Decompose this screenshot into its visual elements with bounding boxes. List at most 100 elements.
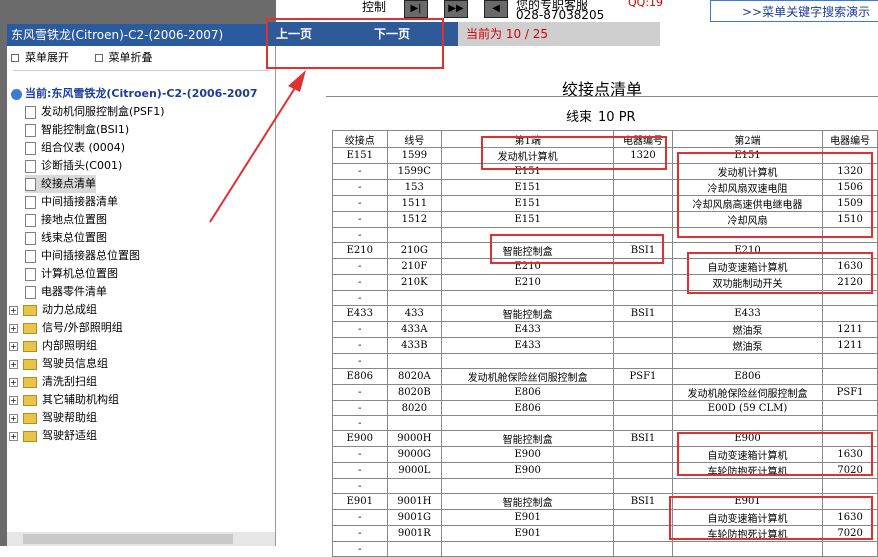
expand-plus-icon[interactable]: + xyxy=(9,323,18,333)
expand-plus-icon[interactable]: + xyxy=(9,413,18,423)
table-cell xyxy=(822,368,878,385)
expand-plus-icon[interactable]: + xyxy=(9,431,18,441)
tree-folder[interactable]: + 清洗刮扫组 xyxy=(9,373,97,391)
table-cell: 智能控制盒 xyxy=(441,493,615,510)
table-row: E806 8020A 发动机舱保险丝伺服控制盒 PSF1 E806 xyxy=(332,368,878,385)
table-cell xyxy=(822,353,878,369)
expand-plus-icon[interactable]: + xyxy=(9,341,18,351)
highlight-box xyxy=(481,136,667,170)
expand-plus-icon[interactable]: + xyxy=(9,305,18,315)
highlight-box xyxy=(490,234,664,264)
subtitle-code: 10 PR xyxy=(598,110,636,125)
first-page-button[interactable]: ▶| xyxy=(404,0,428,18)
table-row: -433B E433 燃油泵 1211 xyxy=(332,337,878,354)
table-cell: - xyxy=(332,258,388,275)
tree-folder[interactable]: + 其它辅助机构组 xyxy=(9,391,119,409)
table-cell: 智能控制盒 xyxy=(441,305,615,322)
tree-folder-label: 驾驶员信息组 xyxy=(42,357,108,370)
tree-folder[interactable]: + 信号/外部照明组 xyxy=(9,319,123,337)
tree-folder-label: 动力总成组 xyxy=(42,303,97,316)
expand-plus-icon[interactable]: + xyxy=(9,377,18,387)
tree-folder-label: 驾驶帮助组 xyxy=(42,411,97,424)
tree-item[interactable]: 发动机伺服控制盒(PSF1) xyxy=(25,103,165,121)
tree-folder-label: 驾驶舒适组 xyxy=(42,429,97,442)
tree-item[interactable]: 中间插接器总位置图 xyxy=(25,247,140,265)
table-cell: E151 xyxy=(441,195,615,212)
table-cell: E151 xyxy=(332,147,388,164)
folder-icon xyxy=(23,340,37,352)
tree-item[interactable]: 接地点位置图 xyxy=(25,211,107,229)
back-button[interactable]: ◀ xyxy=(484,0,508,18)
table-cell: E901 xyxy=(441,509,615,526)
table-cell xyxy=(613,525,673,542)
expand-menu-button[interactable]: 菜单展开 xyxy=(11,51,69,64)
table-cell xyxy=(671,415,824,431)
tree-item[interactable]: 电器零件清单 xyxy=(25,283,107,301)
table-cell: - xyxy=(332,400,388,416)
document-icon xyxy=(25,249,36,263)
table-row: -8020B E806 发动机舱保险丝伺服控制盒 PSF1 xyxy=(332,384,878,401)
table-cell: 发动机舱保险丝伺服控制盒 xyxy=(671,384,824,401)
table-cell xyxy=(671,478,824,494)
folder-icon xyxy=(23,322,37,334)
table-cell: E210 xyxy=(332,242,388,259)
document-icon xyxy=(25,141,36,155)
table-cell: 9001G xyxy=(386,509,443,526)
folder-icon xyxy=(23,304,37,316)
table-row: - xyxy=(332,353,878,369)
table-cell xyxy=(613,415,673,431)
table-cell: 433B xyxy=(386,337,443,354)
table-cell xyxy=(613,195,673,212)
table-cell: BSI1 xyxy=(613,493,673,510)
tree-folder-label: 信号/外部照明组 xyxy=(42,321,123,334)
table-row: - xyxy=(332,478,878,494)
tree-folder[interactable]: + 驾驶舒适组 xyxy=(9,427,97,445)
tree-folder[interactable]: + 动力总成组 xyxy=(9,301,97,319)
tree-item-label: 计算机总位置图 xyxy=(41,267,118,280)
phone-text: 028-87038205 xyxy=(516,8,605,22)
collapse-label: 菜单折叠 xyxy=(108,51,153,64)
divider xyxy=(13,70,269,71)
keyword-search-link[interactable]: >>菜单关键字搜索演示 xyxy=(742,3,870,20)
tree-item[interactable]: 中间插接器清单 xyxy=(25,193,118,211)
tree-folder[interactable]: + 驾驶帮助组 xyxy=(9,409,97,427)
fast-forward-button[interactable]: ▶▶ xyxy=(444,0,468,18)
left-frame: 东风雪铁龙(Citroen)-C2-(2006-2007) 菜单展开 菜单折叠 … xyxy=(0,0,276,546)
tree-item[interactable]: 诊断插头(C001) xyxy=(25,157,122,175)
table-cell: 8020A xyxy=(386,368,443,385)
expand-icon xyxy=(11,54,19,62)
tree-item[interactable]: 组合仪表 (0004) xyxy=(25,139,125,157)
tree-item[interactable]: 绞接点清单 xyxy=(25,175,96,193)
tree-item[interactable]: 计算机总位置图 xyxy=(25,265,118,283)
table-cell: E433 xyxy=(671,305,824,322)
tree-folder-label: 内部照明组 xyxy=(42,339,97,352)
tree-folder[interactable]: + 驾驶员信息组 xyxy=(9,355,108,373)
collapse-menu-button[interactable]: 菜单折叠 xyxy=(94,51,153,64)
subtitle: 线束 10 PR xyxy=(566,106,636,125)
table-cell: 1211 xyxy=(822,337,878,354)
table-cell xyxy=(613,400,673,416)
table-cell xyxy=(386,353,443,369)
sidebar: 东风雪铁龙(Citroen)-C2-(2006-2007) 菜单展开 菜单折叠 … xyxy=(7,24,276,546)
tree-item[interactable]: 线束总位置图 xyxy=(25,229,107,247)
table-cell: - xyxy=(332,541,388,557)
horizontal-scrollbar[interactable] xyxy=(7,532,275,546)
tree-folder[interactable]: + 内部照明组 xyxy=(9,337,97,355)
tree-item-label: 线束总位置图 xyxy=(41,231,107,244)
folder-icon xyxy=(23,412,37,424)
tree-item-label: 智能控制盒(BSI1) xyxy=(41,123,130,136)
page-status: 当前为 10 / 25 xyxy=(458,22,660,46)
control-label: 控制 xyxy=(362,0,387,14)
qq-link[interactable]: QQ:19 xyxy=(628,0,663,9)
expand-plus-icon[interactable]: + xyxy=(9,359,18,369)
table-cell: 1511 xyxy=(386,195,443,212)
table-cell xyxy=(386,415,443,431)
expand-plus-icon[interactable]: + xyxy=(9,395,18,405)
table-cell: - xyxy=(332,227,388,243)
table-cell: 433 xyxy=(386,305,443,322)
scrollbar-thumb[interactable] xyxy=(23,534,233,544)
document-icon xyxy=(25,159,36,173)
tree-current[interactable]: 当前:东风雪铁龙(Citroen)-C2-(2006-2007 xyxy=(11,85,258,103)
tree-item[interactable]: 智能控制盒(BSI1) xyxy=(25,121,129,139)
table-cell xyxy=(386,227,443,243)
